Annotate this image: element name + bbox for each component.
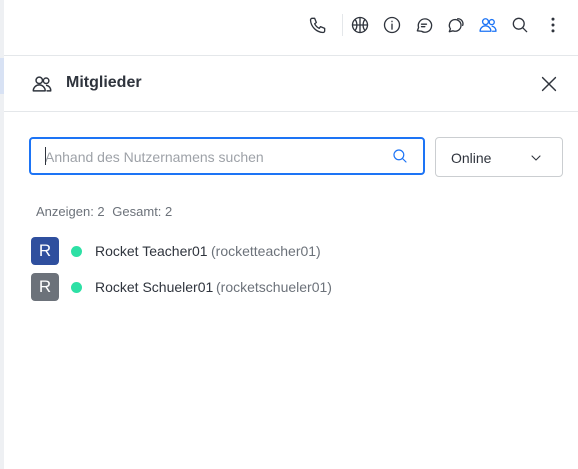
text-cursor — [45, 147, 46, 165]
list-item[interactable]: R Rocket Schueler01 (rocketschueler01) — [29, 273, 549, 303]
member-username: (rocketteacher01) — [211, 243, 321, 259]
members-icon — [31, 73, 53, 95]
search-icon — [391, 147, 409, 165]
panel-title: Mitglieder — [66, 74, 142, 91]
status-filter-value: Online — [451, 150, 492, 166]
chat-bubbles-icon[interactable] — [444, 13, 468, 37]
avatar[interactable]: R — [31, 273, 59, 301]
discussion-icon[interactable] — [348, 13, 372, 37]
info-icon[interactable] — [380, 13, 404, 37]
member-name: Rocket Teacher01 — [95, 243, 208, 259]
member-counts: Anzeigen: 2 Gesamt: 2 — [36, 204, 176, 219]
status-online-icon — [71, 246, 82, 257]
search-input[interactable] — [43, 139, 377, 175]
contextual-bar-header: Mitglieder — [4, 56, 578, 112]
showing-count: Anzeigen: 2 — [36, 204, 105, 219]
status-filter-select[interactable]: Online — [435, 137, 563, 177]
kebab-menu-icon[interactable] — [541, 13, 565, 37]
close-icon[interactable] — [538, 73, 560, 95]
list-item[interactable]: R Rocket Teacher01 (rocketteacher01) — [29, 237, 549, 267]
threads-icon[interactable] — [412, 13, 436, 37]
member-username: (rocketschueler01) — [216, 279, 332, 295]
member-name: Rocket Schueler01 — [95, 279, 214, 295]
search-icon[interactable] — [508, 13, 532, 37]
members-icon[interactable] — [476, 13, 500, 37]
chevron-down-icon — [528, 150, 544, 166]
avatar[interactable]: R — [31, 237, 59, 265]
room-toolbar — [4, 0, 578, 56]
phone-icon[interactable] — [306, 13, 330, 37]
search-field[interactable] — [29, 137, 425, 175]
total-count: Gesamt: 2 — [112, 204, 173, 219]
toolbar-divider — [342, 14, 343, 36]
status-online-icon — [71, 282, 82, 293]
